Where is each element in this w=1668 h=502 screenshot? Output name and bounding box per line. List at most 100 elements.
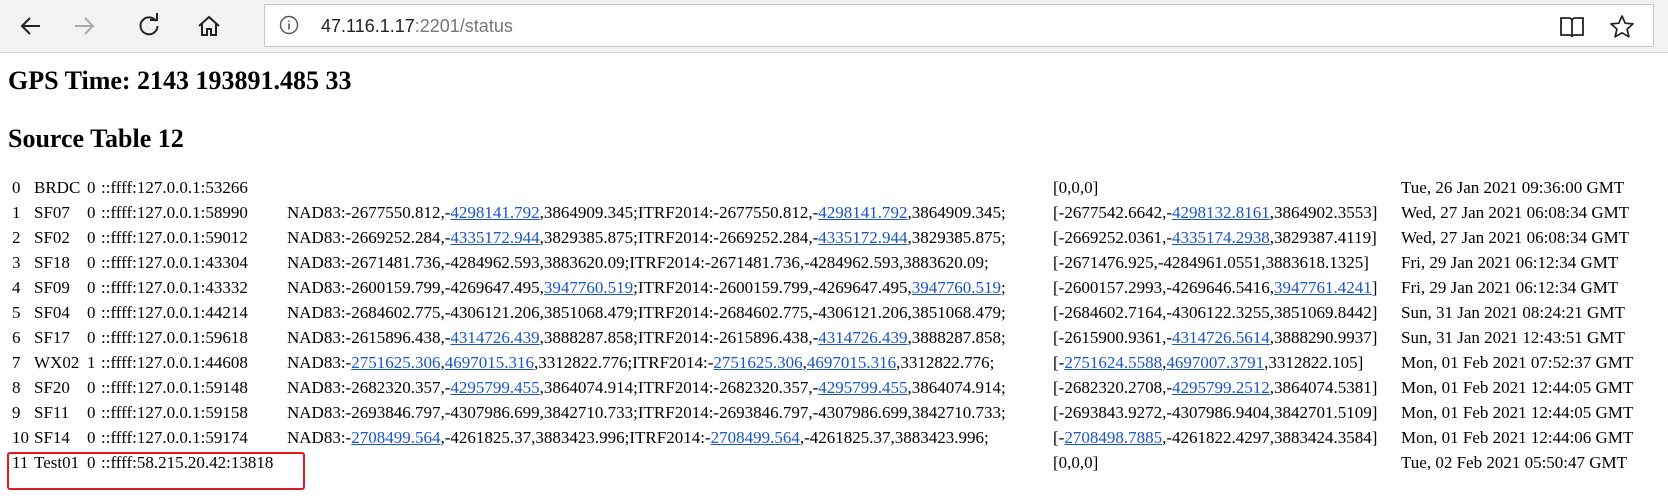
coordinates-cell: NAD83:-2600159.799,-4269647.495,3947760.… [287,278,1006,298]
coordinate-text: ,3312822.105] [1264,353,1364,372]
coordinate-text: ,3312822.776;ITRF2014:- [533,353,714,372]
coordinate-link[interactable]: 4697015.316 [807,353,896,372]
row-timestamp: Mon, 01 Feb 2021 12:44:06 GMT [1401,428,1634,447]
coordinate-link[interactable]: 4295799.2512 [1172,378,1270,397]
coordinate-text: NAD83:- [287,428,352,447]
home-icon [198,15,220,36]
coordinate-link[interactable]: 4314726.439 [450,328,539,347]
row-timestamp: Sun, 31 Jan 2021 08:24:21 GMT [1401,303,1625,322]
coordinate-link[interactable]: 3947760.519 [544,278,633,297]
home-button[interactable] [184,0,234,52]
table-row: 7 WX02 1::ffff:127.0.0.1:44608 Mon, 01 Feb … [0,353,1668,378]
url-text[interactable]: 47.116.1.17:2201/status [321,16,513,37]
coordinate-link[interactable]: 4314726.5614 [1172,328,1270,347]
position-array-cell: [-2615900.9361,-4314726.5614,3888290.993… [1053,328,1377,348]
mountpoint-name: WX02 [34,353,80,372]
coordinate-text: ; [1001,278,1006,297]
row-timestamp: Mon, 01 Feb 2021 12:44:05 GMT [1401,378,1634,397]
row-index: 1 [12,203,21,222]
coordinate-text: [-2615900.9361,- [1053,328,1172,347]
row-flag: 0 [87,378,96,397]
table-row: 3 SF18 0::ffff:127.0.0.1:43304 Fri, 29 Jan … [0,253,1668,278]
coordinates-cell: NAD83:-2693846.797,-4307986.699,3842710.… [287,403,1006,423]
coordinate-text: [-2684602.7164,-4306122.3255,3851069.844… [1053,303,1378,322]
refresh-icon [139,13,159,36]
favorite-star-icon[interactable] [1609,14,1635,40]
coordinate-text: ,3888287.858; [907,328,1006,347]
coordinate-link[interactable]: 4335172.944 [818,228,907,247]
coordinate-text: ,3888287.858;ITRF2014:-2615896.438,- [539,328,819,347]
coordinate-link[interactable]: 4314726.439 [818,328,907,347]
coordinate-link[interactable]: 4295799.455 [818,378,907,397]
row-timestamp: Tue, 26 Jan 2021 09:36:00 GMT [1401,178,1625,197]
back-button[interactable] [6,0,56,52]
coordinate-text: [-2600157.2993,-4269646.5416, [1053,278,1274,297]
coordinate-link[interactable]: 3947760.519 [912,278,1001,297]
mountpoint-name: SF14 [34,428,70,447]
table-row: 4 SF09 0::ffff:127.0.0.1:43332 Fri, 29 Jan … [0,278,1668,303]
coordinate-link[interactable]: 4295799.455 [450,378,539,397]
coordinate-text: ,3312822.776; [896,353,995,372]
coordinate-text: ,3864074.914; [907,378,1006,397]
row-timestamp: Fri, 29 Jan 2021 06:12:34 GMT [1401,253,1619,272]
coordinates-cell: NAD83:-2751625.306,4697015.316,3312822.7… [287,353,994,373]
row-flag: 1 [87,353,96,372]
coordinate-text: [- [1053,353,1065,372]
coordinate-text: ,3829387.4119] [1269,228,1377,247]
coordinate-text: ,3888290.9937] [1269,328,1378,347]
refresh-button[interactable] [124,0,174,52]
coordinate-text: [0,0,0] [1053,178,1099,197]
coordinate-text: ,3864074.914;ITRF2014:-2682320.357,- [539,378,819,397]
row-index: 2 [12,228,21,247]
source-table-heading: Source Table 12 [8,124,184,153]
client-address: ::ffff:127.0.0.1:43332 [101,278,248,297]
position-array-cell: [-2671476.925,-4284961.0551,3883618.1325… [1053,253,1369,273]
mountpoint-name: SF07 [34,203,70,222]
coordinate-text: ,3864074.5381] [1269,378,1378,397]
mountpoint-name: SF04 [34,303,70,322]
position-array-cell: [-2693843.9272,-4307986.9404,3842701.510… [1053,403,1377,423]
coordinate-link[interactable]: 2708499.564 [351,428,440,447]
row-timestamp: Sun, 31 Jan 2021 12:43:51 GMT [1401,328,1625,347]
coordinate-link[interactable]: 4298141.792 [450,203,539,222]
table-row: 10 SF14 0::ffff:127.0.0.1:59174 Mon, 01 Feb… [0,428,1668,453]
coordinate-text: NAD83:-2682320.357,- [287,378,451,397]
coordinate-link[interactable]: 3947761.4241 [1274,278,1372,297]
position-array-cell: [-2751624.5588,4697007.3791,3312822.105] [1053,353,1363,373]
coordinate-link[interactable]: 2751625.306 [713,353,802,372]
coordinate-text: NAD83:-2600159.799,-4269647.495, [287,278,544,297]
coordinate-link[interactable]: 4697007.3791 [1166,353,1264,372]
coordinate-link[interactable]: 2751624.5588 [1064,353,1162,372]
info-icon[interactable] [279,15,299,35]
coordinate-text: NAD83:-2684602.775,-4306121.206,3851068.… [287,303,1006,322]
coordinate-link[interactable]: 2708499.564 [711,428,800,447]
coordinates-cell: NAD83:-2615896.438,-4314726.439,3888287.… [287,328,1006,348]
gps-time-heading: GPS Time: 2143 193891.485 33 [8,66,352,95]
coordinate-link[interactable]: 4298141.792 [818,203,907,222]
position-array-cell: [-2669252.0361,-4335174.2938,3829387.411… [1053,228,1377,248]
coordinate-link[interactable]: 4697015.316 [445,353,534,372]
coordinate-text: ,3864909.345;ITRF2014:-2677550.812,- [539,203,819,222]
row-flag: 0 [87,303,96,322]
coordinate-text: ,3829385.875;ITRF2014:-2669252.284,- [539,228,819,247]
coordinate-link[interactable]: 2751625.306 [351,353,440,372]
coordinate-link[interactable]: 2708498.7885 [1064,428,1162,447]
coordinate-link[interactable]: 4335172.944 [450,228,539,247]
mountpoint-name: SF17 [34,328,70,347]
address-bar[interactable]: 47.116.1.17:2201/status [264,4,1654,47]
mountpoint-name: SF18 [34,253,70,272]
coordinate-link[interactable]: 4298132.8161 [1172,203,1270,222]
mountpoint-name: SF20 [34,378,70,397]
coordinate-link[interactable]: 4335174.2938 [1172,228,1270,247]
table-row: 8 SF20 0::ffff:127.0.0.1:59148 Mon, 01 Feb … [0,378,1668,403]
table-row: 9 SF11 0::ffff:127.0.0.1:59158 Mon, 01 Feb … [0,403,1668,428]
row-timestamp: Fri, 29 Jan 2021 06:12:34 GMT [1401,278,1619,297]
position-array-cell: [-2708498.7885,-4261822.4297,3883424.358… [1053,428,1377,448]
coordinates-cell: NAD83:-2669252.284,-4335172.944,3829385.… [287,228,1006,248]
reading-view-icon[interactable] [1559,15,1585,39]
coordinate-text: [-2669252.0361,- [1053,228,1172,247]
position-array-cell: [-2684602.7164,-4306122.3255,3851069.844… [1053,303,1377,323]
client-address: ::ffff:127.0.0.1:58990 [101,203,248,222]
forward-button[interactable] [59,0,109,52]
coordinate-text: NAD83:-2669252.284,- [287,228,451,247]
